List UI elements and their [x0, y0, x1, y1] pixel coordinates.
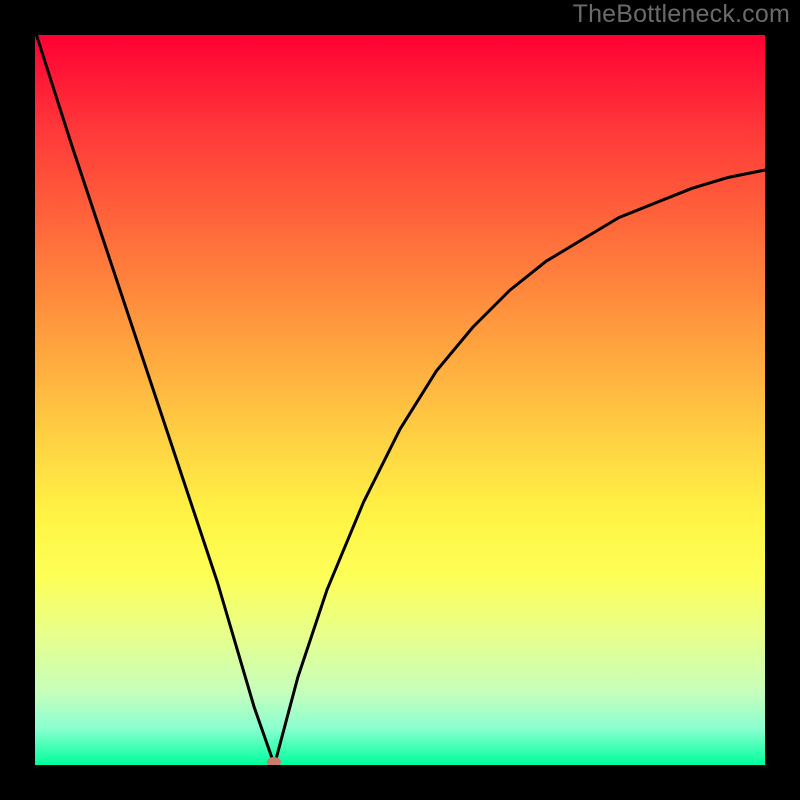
watermark-text: TheBottleneck.com [573, 0, 790, 29]
chart-frame: TheBottleneck.com [0, 0, 800, 800]
plot-area [35, 35, 765, 765]
curve-path [36, 35, 765, 765]
bottleneck-curve [35, 35, 765, 765]
minimum-marker [267, 757, 281, 765]
